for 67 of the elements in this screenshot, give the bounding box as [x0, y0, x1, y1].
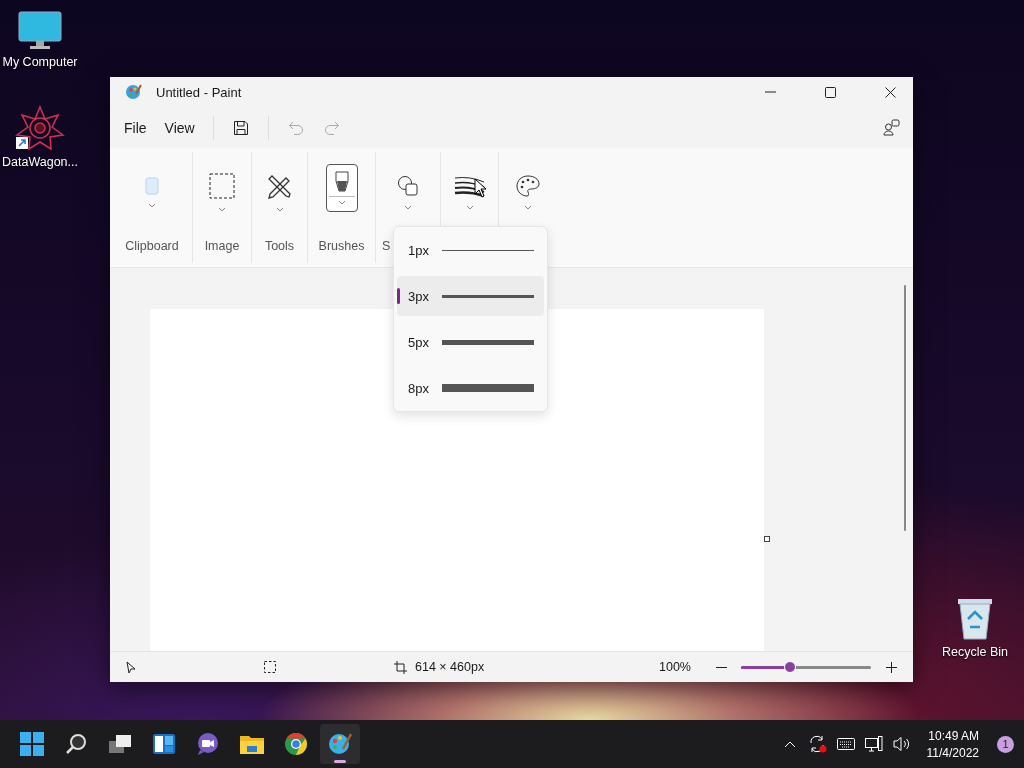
save-icon	[232, 119, 249, 136]
chevron-icon	[337, 200, 346, 205]
palette-icon	[515, 174, 540, 197]
line-size-icon	[453, 174, 486, 197]
chevron-icon	[218, 206, 226, 212]
chevron-icon	[465, 204, 474, 210]
selection-icon	[264, 661, 276, 673]
menu-item[interactable]: View	[156, 113, 203, 142]
sync-icon	[808, 735, 828, 753]
recycle-bin-icon	[956, 597, 994, 641]
people-icon	[883, 118, 901, 137]
chevron-icon	[404, 204, 412, 210]
size-option[interactable]: 8px	[397, 368, 544, 408]
paint-app-icon	[328, 732, 352, 756]
maximize-icon	[824, 86, 836, 98]
minimize-icon	[764, 91, 776, 93]
folder-icon	[239, 733, 265, 755]
close-icon	[884, 86, 896, 98]
slider-thumb[interactable]	[784, 660, 797, 673]
zoom-percent: 100%	[659, 660, 692, 674]
search-icon	[65, 733, 87, 755]
group-label: Brushes	[318, 239, 365, 253]
chevron-icon	[523, 204, 532, 210]
paint-app-icon	[126, 84, 142, 100]
resize-handle[interactable]	[764, 536, 770, 542]
network-icon	[865, 736, 883, 752]
undo-icon	[287, 119, 304, 136]
chevron-icon	[275, 206, 284, 212]
start-icon	[20, 732, 44, 756]
chat-icon	[196, 732, 220, 756]
clipboard-icon	[145, 176, 159, 195]
size-option[interactable]: 1px	[397, 230, 544, 270]
clock[interactable]: 10:49 AM 11/4/2022	[919, 728, 985, 760]
pointer-icon	[126, 660, 136, 674]
notification-badge[interactable]: 1	[997, 735, 1014, 753]
desktop-icon-label[interactable]: My Computer	[2, 55, 78, 69]
desktop-icon-label[interactable]: DataWagon...	[2, 155, 78, 169]
star-logo-icon	[15, 105, 65, 151]
redo-icon	[323, 119, 340, 136]
browser-icon	[284, 732, 308, 756]
canvas-size: 614 × 460px	[415, 660, 485, 674]
mouse-cursor-icon	[474, 178, 487, 198]
desktop-icon-label[interactable]: Recycle Bin	[942, 645, 1008, 659]
size-option[interactable]: 5px	[397, 322, 544, 362]
keyboard-icon	[837, 738, 855, 750]
group-label: Tools	[264, 239, 295, 253]
task-view-icon	[108, 734, 132, 754]
chevron-icon	[148, 202, 156, 208]
canvas-size-icon	[394, 660, 407, 674]
size-option[interactable]: 3px	[397, 276, 544, 316]
selection-icon	[209, 172, 235, 199]
window-title: Untitled - Paint	[156, 84, 243, 100]
widgets-icon	[152, 733, 176, 755]
shapes-icon	[397, 174, 419, 197]
brushes-button[interactable]	[325, 164, 358, 212]
group-label: Image	[204, 239, 240, 253]
monitor-icon	[18, 11, 62, 51]
brush-icon	[334, 171, 349, 193]
menu-item[interactable]: File	[116, 113, 155, 142]
group-label: Clipboard	[125, 239, 179, 253]
plus-icon	[885, 661, 897, 673]
minus-icon	[715, 666, 727, 668]
chevron-up-icon	[784, 740, 796, 748]
scrollbar[interactable]	[904, 285, 906, 531]
group-label: S	[381, 239, 391, 253]
speaker-icon	[893, 736, 911, 752]
taskbar-app-button[interactable]	[320, 724, 360, 764]
